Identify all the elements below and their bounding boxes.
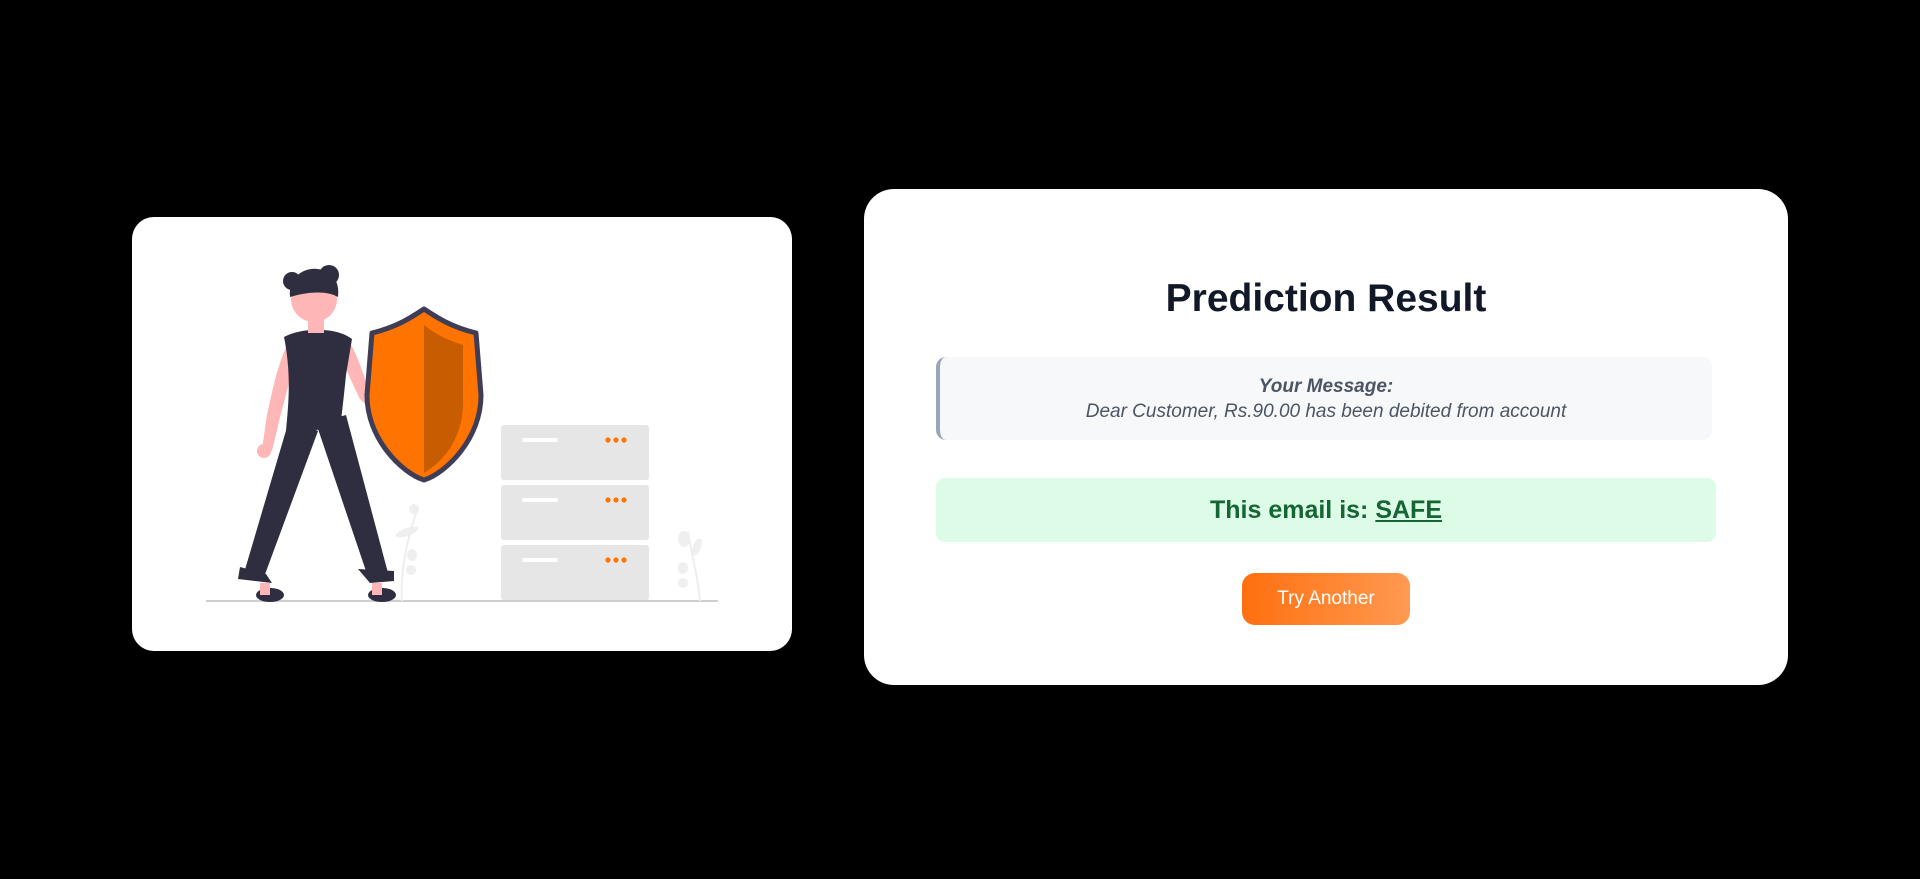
verdict-box: This email is: SAFE: [936, 478, 1716, 542]
person-figure: [238, 265, 396, 602]
page: Prediction Result Your Message: Dear Cus…: [0, 0, 1920, 879]
security-shield-illustration: [206, 265, 718, 602]
message-text: Dear Customer, Rs.90.00 has been debited…: [1085, 401, 1567, 422]
try-another-button[interactable]: Try Another: [1242, 573, 1410, 625]
verdict-value: SAFE: [1375, 496, 1443, 524]
message-label: Your Message:: [1258, 376, 1394, 397]
result-card: Prediction Result Your Message: Dear Cus…: [864, 189, 1788, 685]
message-box: Your Message: Dear Customer, Rs.90.00 ha…: [936, 357, 1712, 440]
verdict-prefix: This email is:: [1209, 496, 1376, 524]
illustration-card: [132, 217, 792, 651]
page-title: Prediction Result: [1165, 277, 1487, 320]
server-stack-icon: [501, 425, 649, 600]
shield-icon: [364, 306, 484, 483]
